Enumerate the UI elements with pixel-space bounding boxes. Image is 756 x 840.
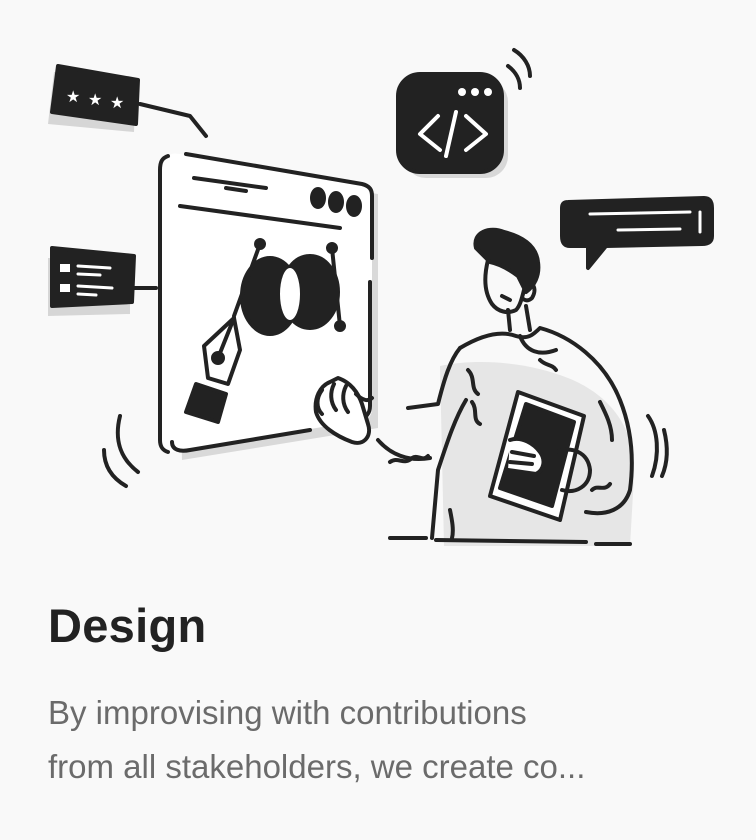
svg-text:★: ★ bbox=[88, 90, 102, 109]
rating-stars-icon: ★ ★ ★ bbox=[48, 64, 208, 138]
design-card[interactable]: ★ ★ ★ Design By improvising with contrib… bbox=[0, 0, 756, 840]
card-description: By improvising with contributions from a… bbox=[48, 694, 586, 785]
svg-text:★: ★ bbox=[66, 87, 80, 106]
card-title: Design bbox=[48, 599, 207, 652]
list-card-icon bbox=[48, 246, 158, 316]
motion-lines-left bbox=[102, 414, 140, 488]
svg-text:★: ★ bbox=[110, 93, 124, 112]
chat-bubble-icon bbox=[560, 196, 714, 270]
design-illustration: ★ ★ ★ bbox=[48, 48, 714, 546]
code-tag-icon bbox=[396, 48, 532, 178]
